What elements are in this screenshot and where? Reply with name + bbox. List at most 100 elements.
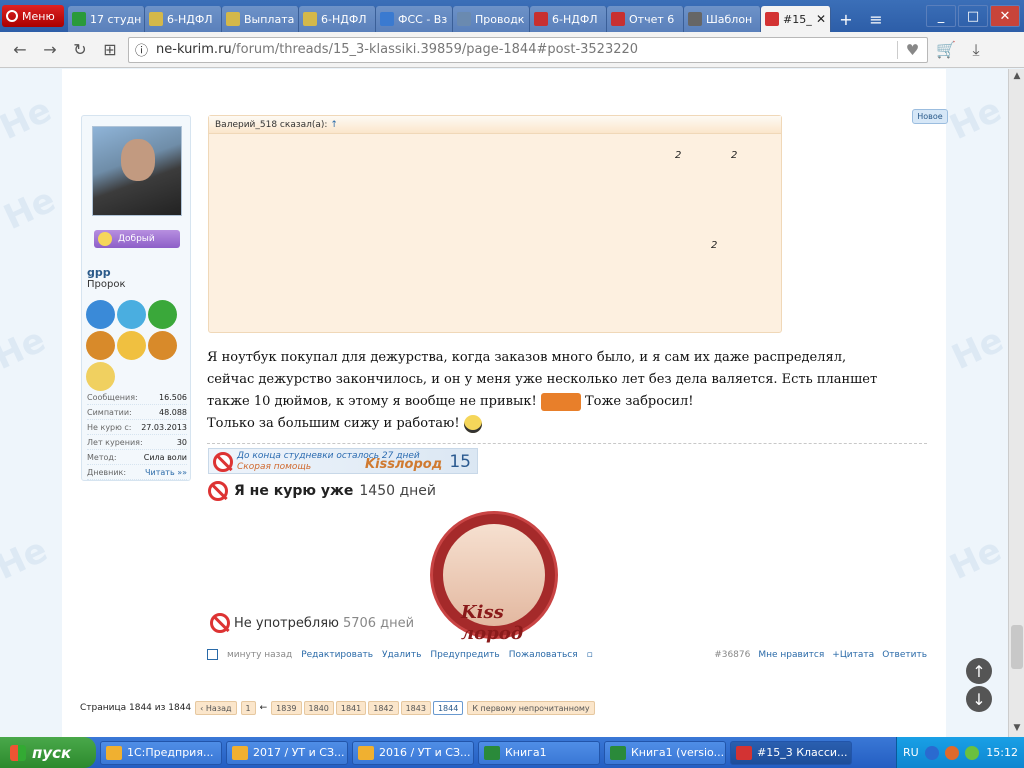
browser-tab[interactable]: Проводк (453, 6, 530, 32)
username[interactable]: gpp (87, 266, 111, 279)
taskbar-item-label: 2017 / УТ и СЗ... (253, 746, 345, 759)
close-window-button[interactable]: ✕ (990, 5, 1020, 27)
taskbar-item[interactable]: Книга1 (versio... (604, 740, 726, 765)
reload-icon[interactable]: ↻ (68, 38, 92, 62)
taskbar-item[interactable]: Книга1 (478, 740, 600, 765)
maximize-button[interactable]: □ (958, 5, 988, 27)
speed-dial-icon[interactable]: ⊞ (98, 38, 122, 62)
download-icon[interactable]: ⤓ (964, 38, 988, 62)
scroll-thumb[interactable] (1011, 625, 1023, 669)
medals (86, 300, 186, 391)
first-unread-button[interactable]: К первому непрочитанному (467, 701, 595, 715)
browser-tab[interactable]: Выплата (222, 6, 299, 32)
quote-mark: 2 (731, 150, 738, 161)
browser-tab-bar: Меню 17 студн 6-НДФЛ Выплата 6-НДФЛ ФСС - Вз… (0, 0, 1024, 32)
browser-tab[interactable]: 17 студн (68, 6, 145, 32)
page-scrollbar[interactable]: ▲ ▼ (1008, 69, 1024, 737)
sobriety-label: Не употребляю (234, 615, 339, 631)
taskbar-item[interactable]: 2016 / УТ и СЗ... (352, 740, 474, 765)
page-first[interactable]: 1 (240, 701, 256, 715)
more-icon[interactable]: ▫ (587, 650, 593, 660)
quote-jump-icon[interactable]: ↑ (330, 120, 338, 130)
page-button[interactable]: 1839 (271, 701, 302, 715)
scroll-down-icon[interactable]: ↓ (966, 686, 992, 712)
url-path: /forum/threads/15_3-klassiki.39859/page-… (231, 42, 639, 57)
medal-icon[interactable] (86, 362, 115, 391)
medal-icon[interactable] (148, 331, 177, 360)
browser-tab[interactable]: 6-НДФЛ (145, 6, 222, 32)
scroll-arrow-up-icon[interactable]: ▲ (1011, 71, 1023, 83)
medal-icon[interactable] (117, 331, 146, 360)
mood-label: Добрый (118, 234, 155, 244)
tab-favicon-icon (149, 12, 163, 26)
new-post-badge: Новое (912, 109, 948, 124)
page-button[interactable]: 1844 (432, 701, 464, 715)
quote-link[interactable]: +Цитата (832, 650, 874, 660)
forward-icon[interactable]: → (38, 38, 62, 62)
prev-page-button[interactable]: ‹ Назад (195, 701, 237, 715)
mood-badge[interactable]: Добрый (94, 230, 180, 248)
medal-icon[interactable] (117, 300, 146, 329)
banner-logo: Kissлород (365, 457, 443, 472)
tab-close-icon[interactable]: ✕ (816, 12, 826, 26)
tab-favicon-icon (303, 12, 317, 26)
countdown-banner[interactable]: До конца студневки осталось 27 дней Скор… (208, 448, 478, 474)
avatar[interactable] (92, 126, 182, 216)
tray-app-icon[interactable] (964, 745, 979, 760)
browser-tab[interactable]: 6-НДФЛ (530, 6, 607, 32)
stat-value[interactable]: Читать »» (145, 468, 187, 477)
delete-link[interactable]: Удалить (382, 650, 421, 660)
tab-favicon-icon (765, 12, 779, 26)
user-title: Пророк (87, 279, 126, 290)
quote-block: Валерий_518 сказал(а): ↑ 2 2 2 (208, 115, 782, 333)
browser-tab[interactable]: Шаблон (684, 6, 761, 32)
select-post-checkbox[interactable] (207, 649, 218, 660)
report-link[interactable]: Пожаловаться (509, 650, 578, 660)
post-number[interactable]: #36876 (714, 650, 750, 660)
medal-icon[interactable] (86, 300, 115, 329)
watermark: Не (0, 89, 58, 149)
bookmark-heart-icon[interactable]: ♥ (897, 40, 927, 59)
edit-link[interactable]: Редактировать (301, 650, 373, 660)
post-time[interactable]: минуту назад (227, 650, 292, 660)
warn-link[interactable]: Предупредить (430, 650, 499, 660)
back-icon[interactable]: ← (8, 38, 32, 62)
page-jump-arrow[interactable]: ← (260, 703, 268, 713)
tab-label: Отчет 6 (629, 12, 675, 26)
scroll-arrow-down-icon[interactable]: ▼ (1011, 723, 1023, 735)
taskbar-item[interactable]: 2017 / УТ и СЗ... (226, 740, 348, 765)
fire-icon[interactable] (944, 745, 959, 760)
site-info-icon[interactable]: ⓘ (135, 40, 148, 59)
taskbar-item[interactable]: 1С:Предприя... (100, 740, 222, 765)
browser-tab[interactable]: Отчет 6 (607, 6, 684, 32)
page-button[interactable]: 1840 (303, 701, 334, 715)
tab-favicon-icon (457, 12, 471, 26)
cart-icon[interactable]: 🛒 (934, 38, 958, 62)
taskbar-item[interactable]: #15_3 Класси... (730, 740, 852, 765)
page-button[interactable]: 1842 (368, 701, 399, 715)
page-button[interactable]: 1843 (400, 701, 431, 715)
new-tab-button[interactable]: + (831, 6, 861, 32)
address-bar[interactable]: ⓘ ne-kurim.ru/forum/threads/15_3-klassik… (128, 36, 928, 63)
browser-tab[interactable]: #15_ ✕ (761, 6, 831, 32)
browser-tab[interactable]: 6-НДФЛ (299, 6, 376, 32)
like-link[interactable]: Мне нравится (758, 650, 824, 660)
scroll-up-icon[interactable]: ↑ (966, 658, 992, 684)
clock[interactable]: 15:12 (986, 746, 1018, 759)
network-icon[interactable] (924, 745, 939, 760)
user-info-panel: Добрый gpp Пророк Сообщения: 16.506 Симпат… (81, 115, 191, 481)
medal-icon[interactable] (148, 300, 177, 329)
opera-menu-button[interactable]: Меню (2, 5, 64, 27)
taskbar-item-label: #15_3 Класси... (757, 746, 848, 759)
language-indicator[interactable]: RU (903, 746, 919, 759)
page-button[interactable]: 1841 (335, 701, 367, 715)
browser-tab[interactable]: ФСС - Вз (376, 6, 453, 32)
start-button[interactable]: пуск (0, 737, 96, 768)
minimize-button[interactable]: _ (926, 5, 956, 27)
watermark: Не (943, 529, 1008, 589)
kisslorod-logo[interactable]: Kiss лород (430, 511, 558, 644)
stat-key: Метод: (87, 452, 117, 462)
reply-link[interactable]: Ответить (882, 650, 927, 660)
medal-icon[interactable] (86, 331, 115, 360)
tab-menu-button[interactable]: ≡ (861, 6, 891, 32)
